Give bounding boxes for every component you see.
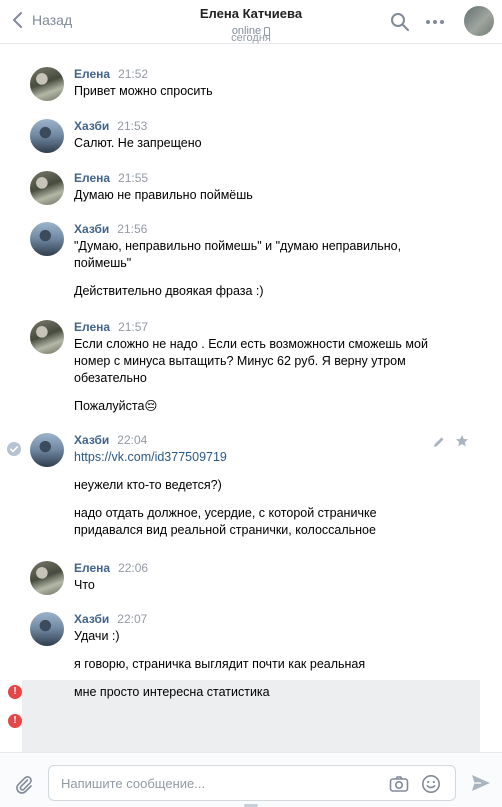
avatar[interactable] bbox=[30, 320, 64, 354]
author-name[interactable]: Елена bbox=[74, 320, 110, 334]
author-name[interactable]: Елена bbox=[74, 561, 110, 575]
message-text: "Думаю, неправильно поймешь" и "думаю не… bbox=[74, 239, 402, 253]
message-group: Хазби 22:04 https://vk.com/id377509719 не… bbox=[0, 433, 502, 543]
author-name[interactable]: Елена bbox=[74, 67, 110, 81]
message-time[interactable]: 21:53 bbox=[117, 119, 147, 133]
avatar[interactable] bbox=[30, 119, 64, 153]
author-name[interactable]: Хазби bbox=[74, 612, 109, 626]
message-link[interactable]: https://vk.com/id377509719 bbox=[74, 449, 434, 466]
message-group: Хазби 21:53 Салют. Не запрещено bbox=[0, 119, 502, 153]
author-name[interactable]: Елена bbox=[74, 171, 110, 185]
send-icon[interactable] bbox=[470, 773, 492, 793]
message-time[interactable]: 21:52 bbox=[118, 67, 148, 81]
author-name[interactable]: Хазби bbox=[74, 119, 109, 133]
message-group: Хазби 22:07 Удачи :) я говорю, страничка … bbox=[0, 612, 502, 672]
avatar[interactable] bbox=[30, 171, 64, 205]
message-text: Если сложно не надо . Если есть возможно… bbox=[74, 337, 428, 351]
chat-title-block[interactable]: Елена Катчиева online bbox=[160, 6, 342, 37]
message-text: я говорю, страничка выглядит почти как р… bbox=[74, 657, 366, 671]
search-icon[interactable] bbox=[390, 12, 410, 32]
message-text: придавался вид реальной странички, колос… bbox=[74, 523, 376, 537]
smile-icon[interactable] bbox=[421, 774, 441, 794]
message-group: Елена 21:57 Если сложно не надо . Если ес… bbox=[0, 320, 502, 415]
message-group: Хазби 21:56 "Думаю, неправильно поймешь" … bbox=[0, 222, 502, 302]
error-icon[interactable]: ! bbox=[8, 685, 22, 699]
message-group: Елена 21:52 Привет можно спросить bbox=[0, 67, 502, 101]
message-group: Елена 21:55 Думаю не правильно поймёшь bbox=[0, 171, 502, 205]
check-circle-icon[interactable] bbox=[7, 442, 21, 456]
message-time[interactable]: 21:55 bbox=[118, 171, 148, 185]
message-text: Пожалуйста😔 bbox=[74, 399, 158, 413]
message-composer bbox=[0, 752, 502, 807]
message-input-box[interactable] bbox=[48, 765, 456, 801]
message-text: Действительно двоякая фраза :) bbox=[74, 284, 264, 298]
message-time[interactable]: 22:06 bbox=[118, 561, 148, 575]
message-text: Что bbox=[74, 578, 95, 592]
more-dots-icon[interactable] bbox=[425, 12, 445, 32]
chevron-left-icon bbox=[13, 12, 22, 28]
star-icon[interactable] bbox=[455, 434, 469, 448]
message-text: Привет можно спросить bbox=[74, 84, 213, 98]
back-button[interactable]: Назад bbox=[10, 8, 72, 32]
paperclip-icon[interactable] bbox=[14, 774, 34, 794]
message-text: номер с минуса вытащить? Минус 62 руб. Я… bbox=[74, 354, 406, 368]
avatar[interactable] bbox=[30, 222, 64, 256]
message-text: Салют. Не запрещено bbox=[74, 136, 202, 150]
message-group: Елена 22:06 Что bbox=[0, 561, 502, 595]
avatar[interactable] bbox=[30, 561, 64, 595]
message-time[interactable]: 21:57 bbox=[118, 320, 148, 334]
message-text: надо отдать должное, усердие, с которой … bbox=[74, 506, 377, 520]
message-text: мне просто интересна статистика bbox=[74, 685, 270, 699]
chat-title: Елена Катчиева bbox=[199, 6, 303, 21]
date-separator: сегодня bbox=[231, 35, 271, 44]
message-text: неужели кто-то ведется?) bbox=[74, 478, 222, 492]
message-time[interactable]: 22:07 bbox=[117, 612, 147, 626]
error-icon[interactable]: ! bbox=[8, 714, 22, 728]
contact-avatar[interactable] bbox=[464, 6, 494, 36]
message-time[interactable]: 22:04 bbox=[117, 433, 147, 447]
message-text: поймешь" bbox=[74, 256, 132, 270]
back-label: Назад bbox=[32, 12, 73, 28]
avatar[interactable] bbox=[30, 612, 64, 646]
author-name[interactable]: Хазби bbox=[74, 433, 109, 447]
author-name[interactable]: Хазби bbox=[74, 222, 109, 236]
message-text: Удачи :) bbox=[74, 629, 120, 643]
avatar[interactable] bbox=[30, 433, 64, 467]
message-time[interactable]: 21:56 bbox=[117, 222, 147, 236]
message-text: Думаю не правильно поймёшь bbox=[74, 188, 253, 202]
pencil-icon[interactable] bbox=[432, 435, 446, 449]
camera-icon[interactable] bbox=[389, 775, 409, 793]
message-text: обезательно bbox=[74, 371, 147, 385]
message-input[interactable] bbox=[61, 766, 381, 800]
avatar[interactable] bbox=[30, 67, 64, 101]
